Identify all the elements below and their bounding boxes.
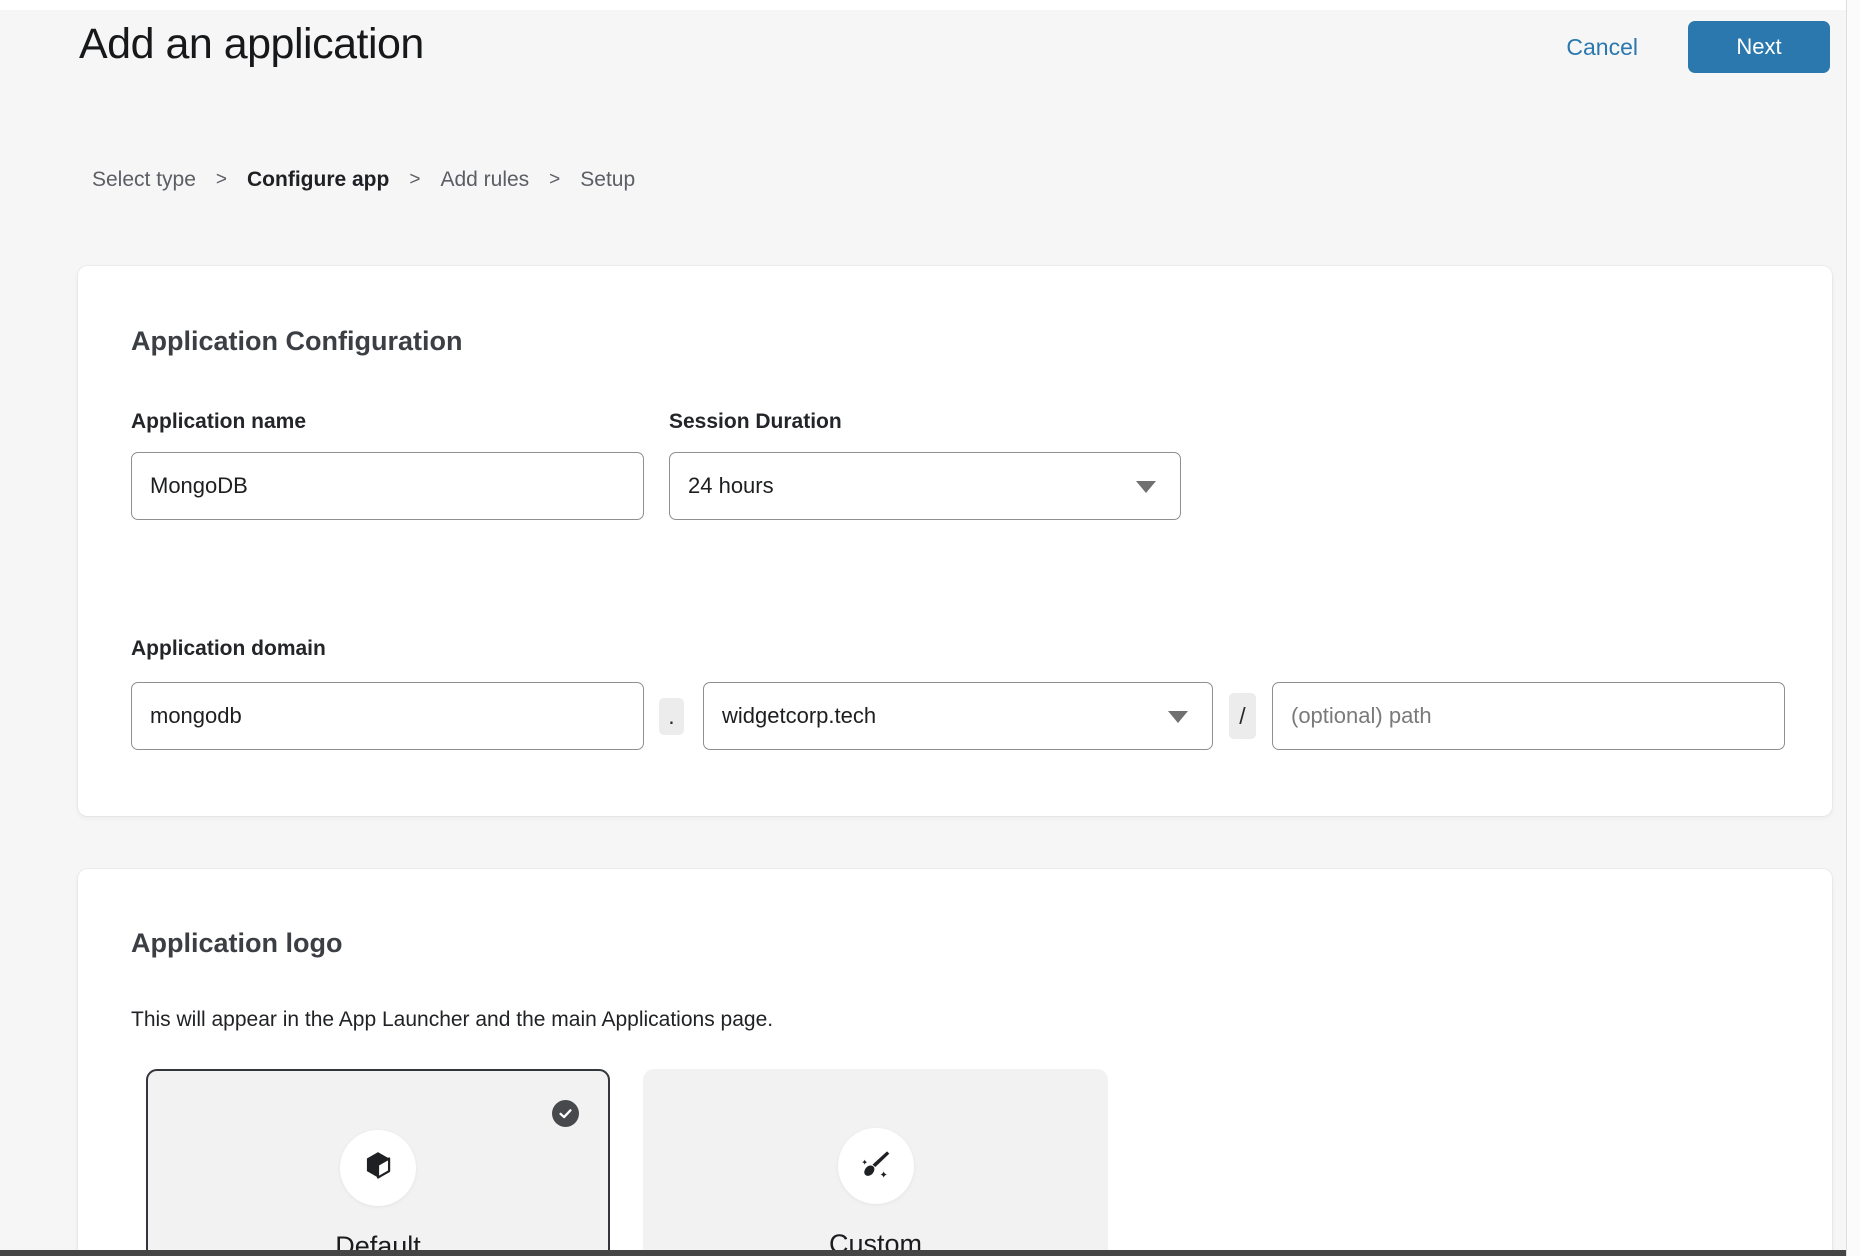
header-actions: Cancel Next	[1566, 21, 1830, 73]
application-domain-value: widgetcorp.tech	[722, 703, 876, 729]
domain-dot-separator: .	[659, 698, 684, 735]
logo-option-default[interactable]: Default	[146, 1069, 610, 1256]
top-band	[0, 0, 1860, 10]
domain-slash-separator: /	[1229, 693, 1256, 739]
check-icon	[557, 1105, 574, 1122]
application-domain-label: Application domain	[131, 637, 326, 661]
application-path-input[interactable]	[1272, 682, 1785, 750]
paintbrush-icon	[856, 1146, 896, 1186]
logo-option-custom[interactable]: Custom	[643, 1069, 1108, 1256]
cancel-button[interactable]: Cancel	[1566, 34, 1638, 61]
breadcrumb-separator: >	[216, 169, 227, 191]
session-duration-value: 24 hours	[688, 473, 774, 499]
application-logo-card: Application logo This will appear in the…	[78, 869, 1832, 1256]
application-name-input[interactable]	[131, 452, 644, 520]
application-logo-heading: Application logo	[131, 928, 342, 959]
application-subdomain-input[interactable]	[131, 682, 644, 750]
bottom-edge-strip	[0, 1250, 1847, 1256]
default-logo-circle	[340, 1130, 416, 1206]
application-logo-description: This will appear in the App Launcher and…	[131, 1008, 773, 1032]
scrollbar[interactable]	[1846, 0, 1860, 1256]
next-button[interactable]: Next	[1688, 21, 1830, 73]
page-title: Add an application	[79, 20, 424, 69]
application-name-label: Application name	[131, 410, 306, 434]
breadcrumb-item-configure-app[interactable]: Configure app	[247, 168, 389, 192]
breadcrumb-separator: >	[549, 169, 560, 191]
selected-check-badge	[552, 1100, 579, 1127]
breadcrumb-item-add-rules[interactable]: Add rules	[440, 168, 529, 192]
custom-logo-circle	[838, 1128, 914, 1204]
breadcrumb-separator: >	[409, 169, 420, 191]
chevron-down-icon	[1168, 711, 1188, 723]
chevron-down-icon	[1136, 481, 1156, 493]
cube-icon	[359, 1149, 397, 1187]
application-domain-select[interactable]: widgetcorp.tech	[703, 682, 1213, 750]
session-duration-label: Session Duration	[669, 410, 842, 434]
breadcrumb-item-select-type[interactable]: Select type	[92, 168, 196, 192]
application-configuration-card: Application Configuration Application na…	[78, 266, 1832, 816]
breadcrumb: Select type > Configure app > Add rules …	[92, 168, 635, 192]
breadcrumb-item-setup[interactable]: Setup	[580, 168, 635, 192]
session-duration-select[interactable]: 24 hours	[669, 452, 1181, 520]
application-configuration-heading: Application Configuration	[131, 326, 462, 357]
